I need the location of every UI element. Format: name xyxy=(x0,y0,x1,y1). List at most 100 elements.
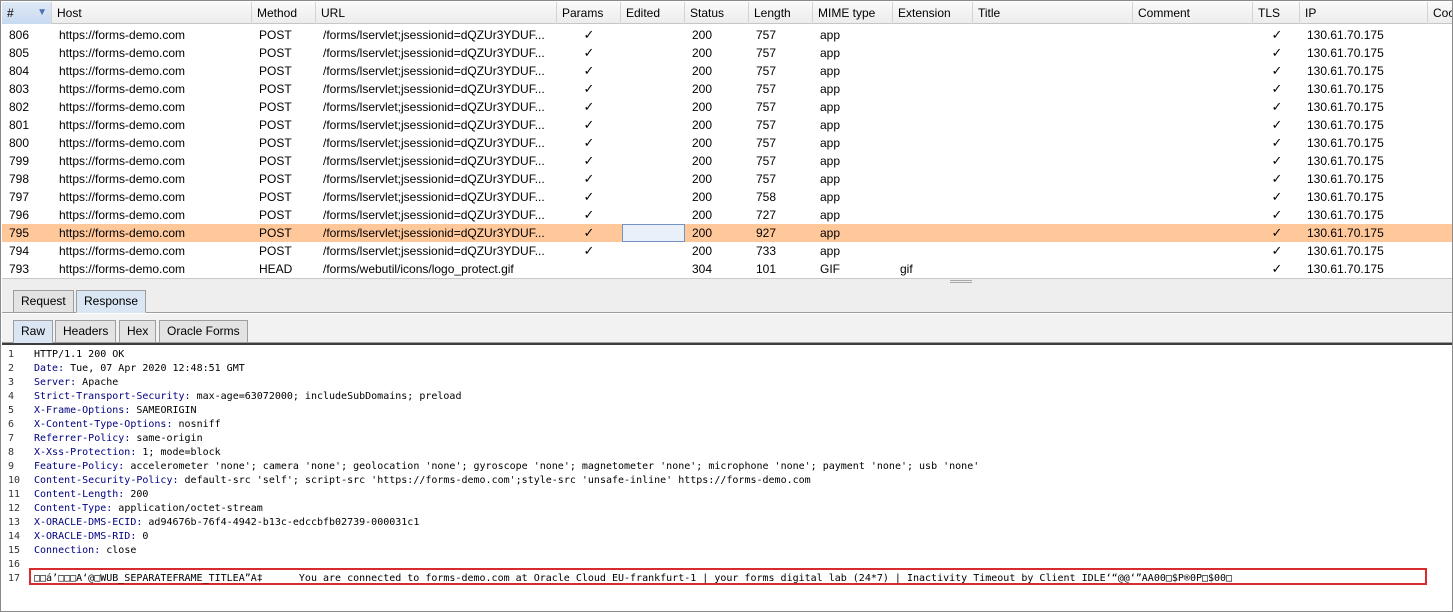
table-row[interactable]: 796 https://forms-demo.com POST/forms/lser… xyxy=(2,206,1452,224)
table-row[interactable]: 798 https://forms-demo.com POST/forms/lser… xyxy=(2,170,1452,188)
table-row[interactable]: 802 https://forms-demo.com POST/forms/lser… xyxy=(2,98,1452,116)
column-header-title[interactable]: Title xyxy=(973,2,1133,24)
cell-length: 101 xyxy=(756,262,777,276)
column-header-tls[interactable]: TLS xyxy=(1253,2,1300,24)
tab-oracle-forms[interactable]: Oracle Forms xyxy=(159,320,248,343)
column-header-edited[interactable]: Edited xyxy=(621,2,685,24)
response-line: 2 Date: Tue, 07 Apr 2020 12:48:51 GMT xyxy=(2,362,1452,376)
table-row[interactable]: 803 https://forms-demo.com POST/forms/lser… xyxy=(2,80,1452,98)
table-row[interactable]: 797 https://forms-demo.com POST/forms/lser… xyxy=(2,188,1452,206)
tab-headers[interactable]: Headers xyxy=(55,320,117,343)
column-header-length[interactable]: Length xyxy=(749,2,813,24)
cell-ip: 130.61.70.175 xyxy=(1307,46,1384,60)
column-header-ext[interactable]: Extension xyxy=(893,2,973,24)
cell-host: https://forms-demo.com xyxy=(59,262,186,276)
cell-num: 797 xyxy=(9,190,30,204)
cell-method: POST xyxy=(259,154,292,168)
cell-num: 794 xyxy=(9,244,30,258)
table-row[interactable]: 795 https://forms-demo.com POST/forms/lser… xyxy=(2,224,1452,242)
column-header-url[interactable]: URL xyxy=(316,2,557,24)
column-header-label: URL xyxy=(321,6,346,20)
table-row[interactable]: 805 https://forms-demo.com POST/forms/lser… xyxy=(2,44,1452,62)
line-number: 10 xyxy=(8,475,21,486)
params-check-icon: ✓ xyxy=(583,63,595,78)
response-line: 8 X-Xss-Protection: 1; mode=block xyxy=(2,446,1452,460)
response-line: 13 X-ORACLE-DMS-ECID: ad94676b-76f4-4942-… xyxy=(2,516,1452,530)
table-row[interactable]: 799 https://forms-demo.com POST/forms/lser… xyxy=(2,152,1452,170)
cell-ip: 130.61.70.175 xyxy=(1307,208,1384,222)
table-row[interactable]: 806 https://forms-demo.com POST/forms/lser… xyxy=(2,26,1452,44)
tab-response[interactable]: Response xyxy=(76,290,147,313)
header-value: application/octet-stream xyxy=(112,503,263,514)
params-check-icon: ✓ xyxy=(583,117,595,132)
line-number: 13 xyxy=(8,517,21,528)
table-row[interactable]: 800 https://forms-demo.com POST/forms/lser… xyxy=(2,134,1452,152)
column-header-method[interactable]: Method xyxy=(252,2,316,24)
cell-status: 200 xyxy=(692,64,713,78)
tab-raw[interactable]: Raw xyxy=(13,320,54,343)
line-text: Connection: close xyxy=(34,545,137,556)
cell-host: https://forms-demo.com xyxy=(59,136,186,150)
column-header-label: Method xyxy=(257,6,298,20)
response-line: 4 Strict-Transport-Security: max-age=6307… xyxy=(2,390,1452,404)
column-header-comment[interactable]: Comment xyxy=(1133,2,1253,24)
column-header-label: IP xyxy=(1305,6,1317,20)
cell-method: POST xyxy=(259,28,292,42)
column-header-num[interactable]: # ▼ xyxy=(2,2,52,24)
column-header-ip[interactable]: IP xyxy=(1300,2,1428,24)
cell-ip: 130.61.70.175 xyxy=(1307,118,1384,132)
cell-method: POST xyxy=(259,208,292,222)
column-header-params[interactable]: Params xyxy=(557,2,621,24)
cell-method: POST xyxy=(259,244,292,258)
splitter-grip-icon[interactable] xyxy=(950,280,972,283)
line-text: Server: Apache xyxy=(34,377,119,388)
cell-host: https://forms-demo.com xyxy=(59,226,186,240)
line-number: 4 xyxy=(8,391,15,402)
column-header-status[interactable]: Status xyxy=(685,2,749,24)
line-number: 2 xyxy=(8,363,15,374)
column-header-mime[interactable]: MIME type xyxy=(813,2,893,24)
line-number: 8 xyxy=(8,447,15,458)
cell-status: 200 xyxy=(692,136,713,150)
cell-length: 757 xyxy=(756,64,777,78)
table-row[interactable]: 804 https://forms-demo.com POST/forms/lser… xyxy=(2,62,1452,80)
response-raw-editor[interactable]: 1 HTTP/1.1 200 OK 2 Date: Tue, 07 Apr 2020 … xyxy=(2,345,1452,611)
cell-url: /forms/webutil/icons/logo_protect.gif xyxy=(323,262,514,276)
params-check-icon: ✓ xyxy=(583,225,595,240)
header-name: X-Frame-Options xyxy=(34,405,125,416)
cell-ip: 130.61.70.175 xyxy=(1307,244,1384,258)
cell-url: /forms/lservlet;jsessionid=dQZUr3YDUF... xyxy=(323,154,545,168)
table-row[interactable]: 793 https://forms-demo.com HEAD/forms/webu… xyxy=(2,260,1452,278)
cell-num: 793 xyxy=(9,262,30,276)
cell-length: 757 xyxy=(756,154,777,168)
cell-url: /forms/lservlet;jsessionid=dQZUr3YDUF... xyxy=(323,172,545,186)
table-row[interactable]: 801 https://forms-demo.com POST/forms/lser… xyxy=(2,116,1452,134)
line-number: 6 xyxy=(8,419,15,430)
cell-ip: 130.61.70.175 xyxy=(1307,136,1384,150)
tls-check-icon: ✓ xyxy=(1271,27,1283,42)
line-number: 9 xyxy=(8,461,15,472)
cell-host: https://forms-demo.com xyxy=(59,82,186,96)
column-header-cookies[interactable]: Coo xyxy=(1428,2,1452,24)
table-row[interactable]: 794 https://forms-demo.com POST/forms/lser… xyxy=(2,242,1452,260)
cell-mime: app xyxy=(820,244,841,258)
edited-cell-focus[interactable] xyxy=(622,224,685,242)
cell-ext xyxy=(893,98,973,116)
header-name: Strict-Transport-Security xyxy=(34,391,185,402)
cell-url: /forms/lservlet;jsessionid=dQZUr3YDUF... xyxy=(323,100,545,114)
cell-mime: app xyxy=(820,28,841,42)
line-text: Content-Security-Policy: default-src 'se… xyxy=(34,475,811,486)
pane-splitter[interactable] xyxy=(2,278,1452,285)
cell-mime: app xyxy=(820,100,841,114)
tab-request[interactable]: Request xyxy=(13,290,74,313)
tab-hex[interactable]: Hex xyxy=(119,320,157,343)
cell-ext xyxy=(893,224,973,242)
params-check-icon: ✓ xyxy=(583,207,595,222)
line-text: X-Xss-Protection: 1; mode=block xyxy=(34,447,221,458)
column-header-host[interactable]: Host xyxy=(52,2,252,24)
header-value: accelerometer 'none'; camera 'none'; geo… xyxy=(124,461,980,472)
cell-url: /forms/lservlet;jsessionid=dQZUr3YDUF... xyxy=(323,190,545,204)
sort-descending-icon[interactable]: ▼ xyxy=(37,2,47,24)
response-line: 16 xyxy=(2,558,1452,572)
column-header-label: Extension xyxy=(898,6,951,20)
